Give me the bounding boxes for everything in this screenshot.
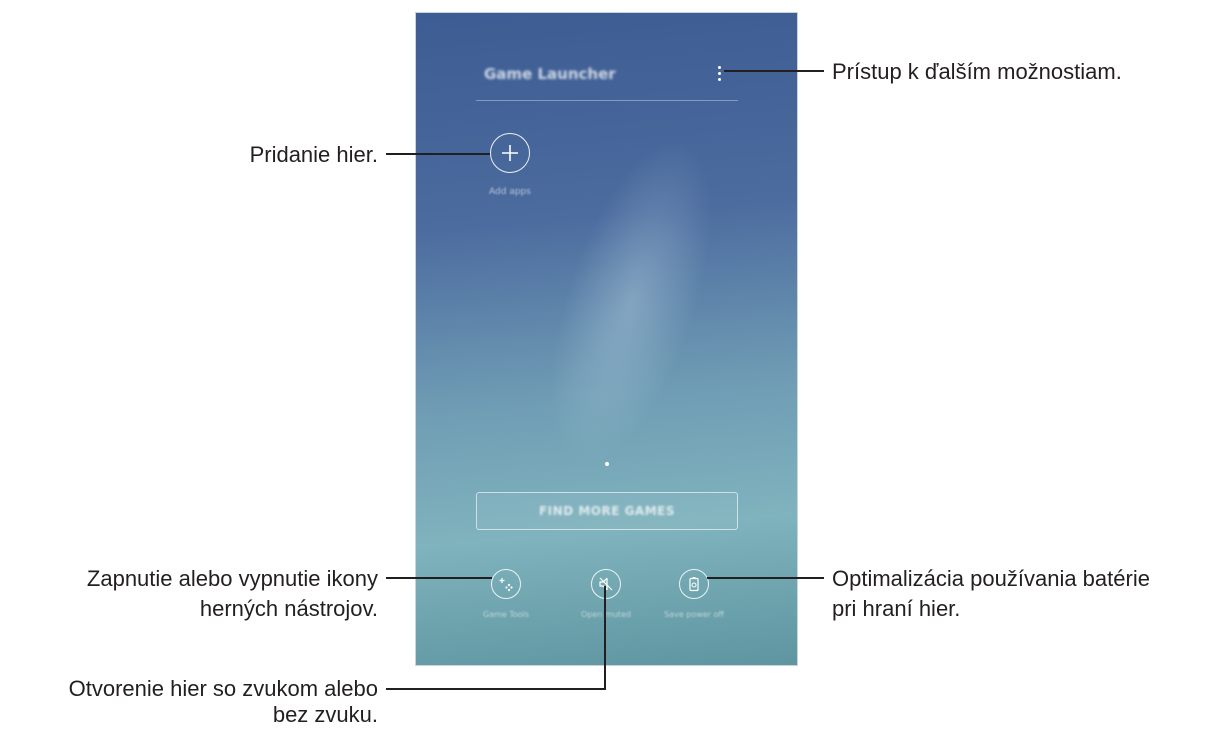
find-more-games-button[interactable]: FIND MORE GAMES <box>476 492 738 530</box>
callout-line-add-games <box>386 153 490 155</box>
find-more-games-label: FIND MORE GAMES <box>538 504 676 518</box>
app-title: Game Launcher <box>484 65 616 83</box>
callout-line-sound-vertical <box>604 586 606 690</box>
callout-game-tools-line1: Zapnutie alebo vypnutie ikony <box>86 566 378 591</box>
callout-line-game-tools <box>386 577 492 579</box>
battery-gear-icon <box>689 577 699 592</box>
callout-line-sound-horizontal <box>386 688 606 690</box>
add-apps-button[interactable] <box>490 133 530 173</box>
mute-icon <box>599 577 613 591</box>
callout-battery-line1: Optimalizácia používania batérie <box>832 566 1150 591</box>
title-divider <box>476 100 738 101</box>
callout-battery-line2: pri hraní hier. <box>832 596 961 621</box>
callout-line-more-options <box>724 70 824 72</box>
phone-screen: Game Launcher Add apps FIND MORE GAMES G… <box>415 12 798 666</box>
callout-more-options: Prístup k ďalším možnostiam. <box>832 59 1122 84</box>
callout-add-games: Pridanie hier. <box>249 142 378 167</box>
more-vertical-icon[interactable] <box>712 63 726 83</box>
save-power-button[interactable] <box>679 569 709 599</box>
background-glow <box>516 121 746 485</box>
game-tools-button[interactable] <box>491 569 521 599</box>
open-muted-button[interactable] <box>591 569 621 599</box>
add-apps-label: Add apps <box>489 187 531 197</box>
callout-game-tools-line2: herných nástrojov. <box>199 596 378 621</box>
game-tools-icon <box>499 578 513 592</box>
open-muted-label: Open muted <box>581 610 631 619</box>
page-indicator <box>605 462 609 466</box>
game-tools-label: Game Tools <box>482 610 530 619</box>
callout-sound-line1: Otvorenie hier so zvukom alebo <box>68 676 378 701</box>
save-power-label: Save power off <box>664 610 724 619</box>
plus-icon <box>502 145 518 161</box>
callout-sound-line2: bez zvuku. <box>272 702 378 727</box>
callout-line-battery <box>707 577 824 579</box>
